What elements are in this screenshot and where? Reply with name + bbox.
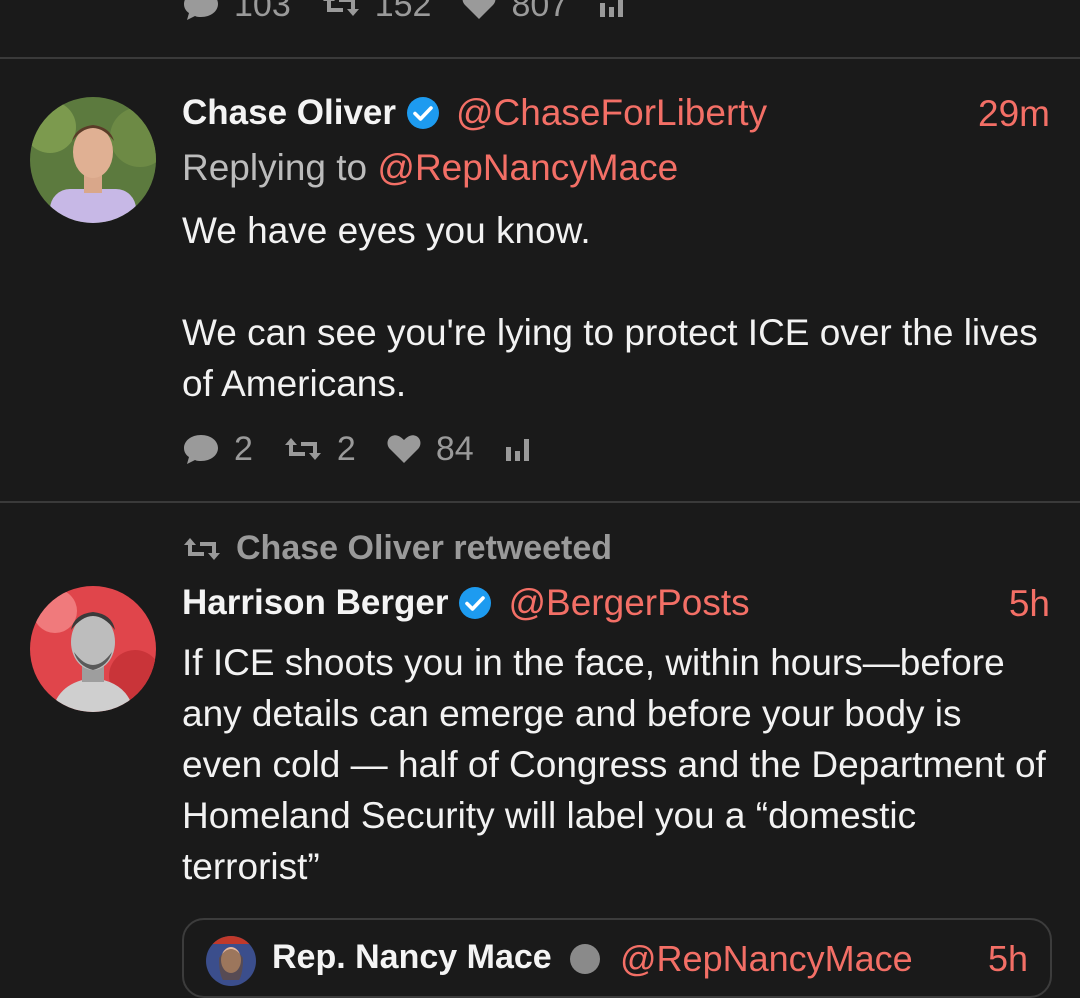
replying-label: Replying to [182,147,368,188]
retweet-icon [322,0,359,16]
quoted-author-name: Rep. Nancy Mace [272,938,552,976]
tweet1-stats: 2 2 84 [182,432,576,466]
reply-count: 2 [234,430,253,468]
like-icon [463,0,496,19]
like-icon [387,435,421,463]
tweet-time[interactable]: 5h [1009,583,1050,625]
author-handle[interactable]: @ChaseForLiberty [456,92,767,134]
prev-tweet-stats: 103 152 807 [182,0,670,22]
quoted-author-handle: @RepNancyMace [620,938,913,979]
author-name[interactable]: Harrison Berger [182,583,448,623]
retweeted-by: Chase Oliver retweeted [182,529,612,568]
author-handle[interactable]: @BergerPosts [508,582,749,624]
reply-mention-link[interactable]: @RepNancyMace [377,147,678,188]
retweet-count: 2 [336,430,356,468]
like-count: 807 [511,0,569,24]
like-button[interactable]: 84 [386,432,474,466]
retweet-button[interactable]: 152 [321,0,432,24]
avatar-harrison-berger[interactable] [30,586,156,712]
tweet-time[interactable]: 29m [978,93,1050,135]
retweeted-by-label[interactable]: Chase Oliver retweeted [236,529,612,568]
reply-count: 103 [234,0,291,24]
analytics-button[interactable] [504,435,546,463]
tweet1-header: Chase Oliver @ChaseForLiberty [182,92,767,134]
tweet-body: If ICE shoots you in the face, within ho… [182,642,1057,887]
retweet-count: 152 [374,0,432,24]
divider [0,57,1080,59]
analytics-icon [600,0,624,17]
verified-badge-icon [406,96,440,130]
reply-icon [184,435,218,464]
verified-badge-icon [570,944,600,974]
verified-badge-icon [458,586,492,620]
tweet2-header: Harrison Berger @BergerPosts [182,582,750,624]
quoted-tweet-card[interactable]: Rep. Nancy Mace @RepNancyMace 5h [182,918,1052,998]
retweet-icon [184,537,220,560]
tweet-body: We have eyes you know. We can see you're… [182,210,1038,404]
like-button[interactable]: 807 [461,0,568,22]
replying-to: Replying to @RepNancyMace [182,147,678,189]
analytics-button[interactable] [598,0,640,19]
like-count: 84 [435,430,474,468]
author-name[interactable]: Chase Oliver [182,93,396,133]
retweet-button[interactable]: 2 [283,432,356,466]
retweet-icon [284,438,321,460]
avatar-nancy-mace [206,936,256,986]
divider [0,501,1080,503]
reply-button[interactable]: 2 [182,432,253,466]
analytics-icon [505,439,529,461]
reply-button[interactable]: 103 [182,0,291,22]
quoted-tweet-time: 5h [987,938,1028,979]
reply-icon [184,0,218,20]
avatar-chase-oliver[interactable] [30,97,156,223]
